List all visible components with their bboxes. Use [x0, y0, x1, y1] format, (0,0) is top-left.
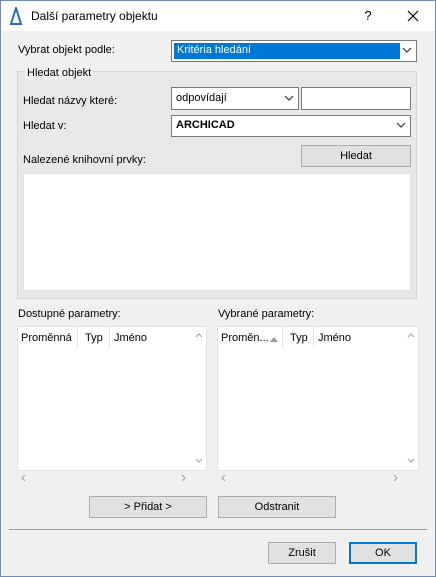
scroll-up-icon[interactable] — [407, 333, 415, 338]
select-by-dropdown[interactable]: Kritéria hledání — [171, 40, 417, 62]
select-by-label: Vybrat objekt podle: — [18, 44, 115, 56]
column-header-type[interactable]: Typ — [85, 332, 103, 344]
available-params-label: Dostupné parametry: — [18, 308, 121, 320]
search-in-label: Hledat v: — [23, 120, 67, 132]
column-header-type[interactable]: Typ — [290, 332, 308, 344]
cancel-button-label: Zrušit — [288, 547, 316, 559]
footer-divider — [9, 529, 427, 530]
remove-button[interactable]: Odstranit — [218, 496, 336, 518]
column-divider — [109, 327, 110, 347]
close-icon — [407, 10, 419, 22]
column-header-name[interactable]: Jméno — [114, 332, 147, 344]
column-header-variable[interactable]: Proměn... — [221, 332, 269, 344]
column-header-variable[interactable]: Proměnná — [21, 332, 72, 344]
add-button-label: > Přidat > — [124, 501, 172, 513]
search-button-label: Hledat — [340, 150, 372, 162]
ok-button-label: OK — [375, 547, 391, 559]
scroll-down-icon[interactable] — [195, 458, 203, 463]
search-in-dropdown[interactable]: ARCHICAD — [171, 115, 411, 137]
cancel-button[interactable]: Zrušit — [268, 542, 336, 564]
column-divider — [282, 327, 283, 347]
sort-ascending-icon — [270, 337, 278, 342]
scroll-left-icon[interactable] — [221, 474, 226, 482]
remove-button-label: Odstranit — [254, 501, 300, 513]
chevron-down-icon — [402, 47, 412, 53]
add-button[interactable]: > Přidat > — [89, 496, 207, 518]
column-header-name[interactable]: Jméno — [318, 332, 351, 344]
selected-params-label: Vybrané parametry: — [218, 308, 315, 320]
selected-params-header: Proměn... Typ Jméno — [218, 327, 402, 347]
search-in-value: ARCHICAD — [176, 119, 235, 131]
found-items-list[interactable] — [23, 173, 411, 291]
chevron-down-icon — [284, 95, 294, 101]
find-names-label: Hledat názvy které: — [23, 95, 118, 107]
scroll-right-icon[interactable] — [181, 474, 186, 482]
scroll-down-icon[interactable] — [407, 458, 415, 463]
window-title: Další parametry objektu — [31, 9, 158, 23]
scroll-right-icon[interactable] — [393, 474, 398, 482]
column-divider — [313, 327, 314, 347]
dialog-window: Další parametry objektu ? Vybrat objekt … — [0, 0, 436, 577]
column-divider — [77, 327, 78, 347]
archicad-app-icon — [9, 7, 23, 25]
title-bar: Další parametry objektu ? — [1, 1, 435, 31]
name-search-input[interactable] — [301, 87, 411, 110]
select-by-value: Kritéria hledání — [177, 44, 251, 56]
available-params-list[interactable]: Proměnná Typ Jméno — [17, 326, 207, 471]
help-button[interactable]: ? — [356, 4, 380, 28]
search-button[interactable]: Hledat — [301, 145, 411, 167]
match-mode-value: odpovídají — [176, 92, 227, 104]
found-items-label: Nalezené knihovní prvky: — [23, 154, 146, 166]
chevron-down-icon — [396, 122, 406, 128]
ok-button[interactable]: OK — [349, 542, 417, 564]
close-button[interactable] — [401, 4, 425, 28]
available-params-header: Proměnná Typ Jméno — [18, 327, 190, 347]
selected-params-list[interactable]: Proměn... Typ Jméno — [217, 326, 419, 471]
search-group-title: Hledat objekt — [25, 67, 94, 79]
scroll-left-icon[interactable] — [21, 474, 26, 482]
scroll-up-icon[interactable] — [195, 333, 203, 338]
match-mode-dropdown[interactable]: odpovídají — [171, 87, 299, 110]
